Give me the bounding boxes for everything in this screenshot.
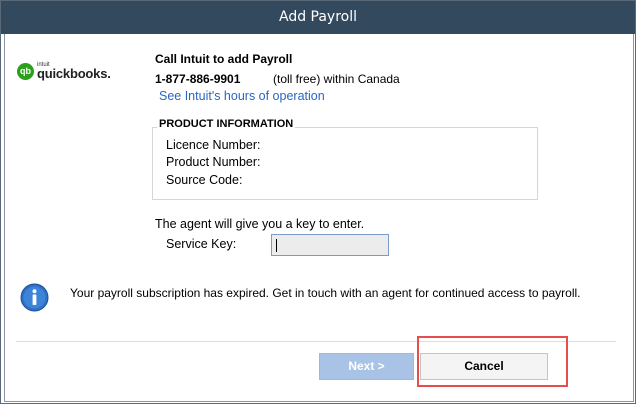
service-key-input[interactable] [271, 234, 389, 256]
service-key-label: Service Key: [166, 237, 237, 251]
contact-heading: Call Intuit to add Payroll [155, 52, 293, 66]
cancel-highlight-box [417, 336, 568, 387]
phone-note: (toll free) within Canada [273, 72, 400, 86]
phone-number: 1-877-886-9901 [155, 72, 241, 86]
service-key-instruction: The agent will give you a key to enter. [155, 217, 365, 231]
info-icon [20, 283, 49, 312]
licence-number-label: Licence Number: [166, 138, 261, 152]
text-cursor [276, 239, 277, 252]
quickbooks-logo-mark: qb [17, 63, 34, 80]
next-button[interactable]: Next > [319, 353, 414, 380]
subscription-expired-message: Your payroll subscription has expired. G… [70, 286, 581, 300]
hours-of-operation-link[interactable]: See Intuit's hours of operation [159, 89, 325, 103]
title-bar: Add Payroll [1, 1, 635, 34]
product-number-label: Product Number: [166, 155, 261, 169]
product-info-title: PRODUCT INFORMATION [157, 118, 296, 130]
window-title: Add Payroll [278, 9, 358, 25]
quickbooks-brand-text: quickbooks. [37, 66, 111, 81]
source-code-label: Source Code: [166, 173, 243, 187]
